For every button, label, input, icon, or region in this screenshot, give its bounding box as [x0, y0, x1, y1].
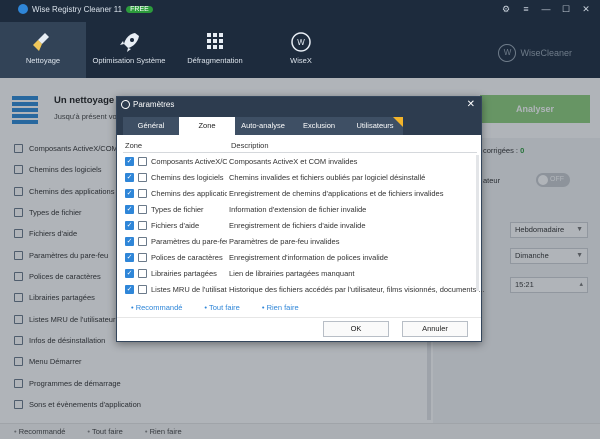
table-row[interactable]: ✓ Types de fichier Information d'extension… — [125, 201, 477, 217]
app-window: Wise Registry Cleaner 11 FREE ⚙ ≡ — ☐ ✕ … — [0, 0, 600, 439]
row-icon — [138, 236, 147, 246]
row-checkbox[interactable]: ✓ — [125, 252, 134, 262]
dialog-select-all-link[interactable]: Tout faire — [204, 303, 240, 312]
nav-tab-optimisation[interactable]: Optimisation Système — [86, 22, 172, 78]
row-zone: Paramètres du pare-feu — [151, 236, 227, 246]
nav-tab-label: Défragmentation — [187, 56, 243, 65]
table-row[interactable]: ✓ Chemins des logiciels Chemins invalides … — [125, 169, 477, 185]
row-icon — [138, 268, 147, 278]
rocket-icon — [120, 33, 139, 52]
row-description: Information d'extension de fichier inval… — [229, 204, 367, 214]
settings-dialog: Paramètres ✕ Général Zone Auto-analyse E… — [116, 96, 485, 342]
row-icon — [138, 204, 147, 214]
wisex-icon: W — [291, 32, 311, 52]
nav-tab-label: Nettoyage — [25, 56, 61, 65]
brand-name: WiseCleaner — [520, 48, 572, 58]
column-header-description: Description — [231, 141, 269, 150]
maximize-button[interactable]: ☐ — [556, 2, 576, 16]
dialog-quick-links: Recommandé Tout faire Rien faire — [131, 303, 321, 312]
row-zone: Chemins des logiciels — [151, 172, 224, 182]
dialog-titlebar: Paramètres ✕ — [117, 97, 481, 113]
row-description: Enregistrement de chemins d'applications… — [229, 188, 444, 198]
nav-tab-wisex[interactable]: W WiseX — [258, 22, 344, 78]
row-checkbox[interactable]: ✓ — [125, 172, 134, 182]
row-description: Enregistrement d'information de polices … — [229, 252, 389, 262]
premium-corner-icon — [393, 117, 403, 127]
table-row[interactable]: ✓ Composants ActiveX/COMComposants Active… — [125, 153, 477, 169]
cancel-button[interactable]: Annuler — [402, 321, 468, 337]
nav-tab-defragmentation[interactable]: Défragmentation — [172, 22, 258, 78]
row-zone: Polices de caractères — [151, 252, 223, 262]
column-header-zone: Zone — [125, 141, 143, 150]
row-checkbox[interactable]: ✓ — [125, 268, 134, 278]
app-title: Wise Registry Cleaner 11 — [32, 4, 123, 14]
row-checkbox[interactable]: ✓ — [125, 236, 134, 246]
wisecleaner-logo: W WiseCleaner — [498, 44, 572, 62]
row-zone: Librairies partagées — [151, 268, 217, 278]
grid-icon — [207, 33, 223, 49]
settings-icon[interactable]: ⚙ — [496, 2, 516, 16]
row-checkbox[interactable]: ✓ — [125, 156, 134, 166]
row-icon — [138, 188, 147, 198]
row-icon — [138, 156, 147, 166]
row-icon — [138, 220, 147, 230]
dialog-title: Paramètres — [133, 100, 175, 109]
table-row[interactable]: ✓ Fichiers d'aide Enregistrement de fichie… — [125, 217, 477, 233]
row-zone: Composants ActiveX/COM — [151, 156, 227, 166]
dialog-tabs: Général Zone Auto-analyse Exclusion Util… — [117, 113, 481, 135]
ok-button[interactable]: OK — [323, 321, 389, 337]
tab-general[interactable]: Général — [123, 117, 179, 135]
nav-tab-nettoyage[interactable]: Nettoyage — [0, 22, 86, 78]
main-nav: Nettoyage Optimisation Système Défragmen… — [0, 22, 344, 78]
row-zone: Listes MRU de l'utilisateur — [151, 284, 227, 294]
app-logo-icon — [18, 4, 28, 14]
row-icon — [138, 252, 147, 262]
window-controls: ⚙ ≡ — ☐ ✕ — [496, 2, 596, 16]
row-zone: Chemins des applications — [151, 188, 227, 198]
minimize-button[interactable]: — — [536, 2, 556, 16]
svg-text:W: W — [297, 38, 305, 47]
tab-utilisateurs-label: Utilisateurs — [356, 121, 394, 130]
broom-icon — [33, 33, 49, 51]
dialog-recommended-link[interactable]: Recommandé — [131, 303, 183, 312]
table-row[interactable]: ✓ Chemins des applicationsEnregistrement … — [125, 185, 477, 201]
dialog-footer-divider — [117, 317, 481, 318]
row-checkbox[interactable]: ✓ — [125, 220, 134, 230]
tab-zone[interactable]: Zone — [179, 117, 235, 135]
dialog-select-none-link[interactable]: Rien faire — [262, 303, 299, 312]
row-icon — [138, 284, 147, 294]
gear-icon — [121, 100, 130, 109]
nav-tab-label: Optimisation Système — [92, 56, 166, 65]
row-description: Enregistrement de fichiers d'aide invali… — [229, 220, 366, 230]
tab-utilisateurs[interactable]: Utilisateurs — [347, 117, 403, 135]
dialog-scrollbar[interactable] — [476, 155, 479, 291]
table-row[interactable]: ✓ Polices de caractères Enregistrement d'i… — [125, 249, 477, 265]
row-icon — [138, 172, 147, 182]
row-description: Composants ActiveX et COM invalides — [229, 156, 358, 166]
table-row[interactable]: ✓ Listes MRU de l'utilisateurHistorique d… — [125, 281, 485, 297]
close-button[interactable]: ✕ — [576, 2, 596, 16]
row-description: Historique des fichiers accédés par l'ut… — [229, 284, 485, 294]
nav-tab-label: WiseX — [290, 56, 312, 65]
dialog-close-button[interactable]: ✕ — [467, 97, 475, 113]
header: Wise Registry Cleaner 11 FREE ⚙ ≡ — ☐ ✕ … — [0, 0, 600, 78]
free-badge: FREE — [126, 5, 153, 13]
table-row[interactable]: ✓ Librairies partagées Lien de librairies … — [125, 265, 477, 281]
row-checkbox[interactable]: ✓ — [125, 284, 134, 294]
app-title-bar: Wise Registry Cleaner 11 FREE — [18, 4, 153, 14]
row-checkbox[interactable]: ✓ — [125, 188, 134, 198]
row-description: Chemins invalides et fichiers oubliés pa… — [229, 172, 426, 182]
tab-exclusion[interactable]: Exclusion — [291, 117, 347, 135]
tab-auto-analyse[interactable]: Auto-analyse — [235, 117, 291, 135]
row-checkbox[interactable]: ✓ — [125, 204, 134, 214]
table-row[interactable]: ✓ Paramètres du pare-feu Paramètres de par… — [125, 233, 477, 249]
row-description: Lien de librairies partagées manquant — [229, 268, 355, 278]
row-zone: Types de fichier — [151, 204, 204, 214]
row-zone: Fichiers d'aide — [151, 220, 200, 230]
row-description: Paramètres de pare-feu invalides — [229, 236, 340, 246]
menu-icon[interactable]: ≡ — [516, 2, 536, 16]
wisecleaner-logo-icon: W — [498, 44, 517, 62]
